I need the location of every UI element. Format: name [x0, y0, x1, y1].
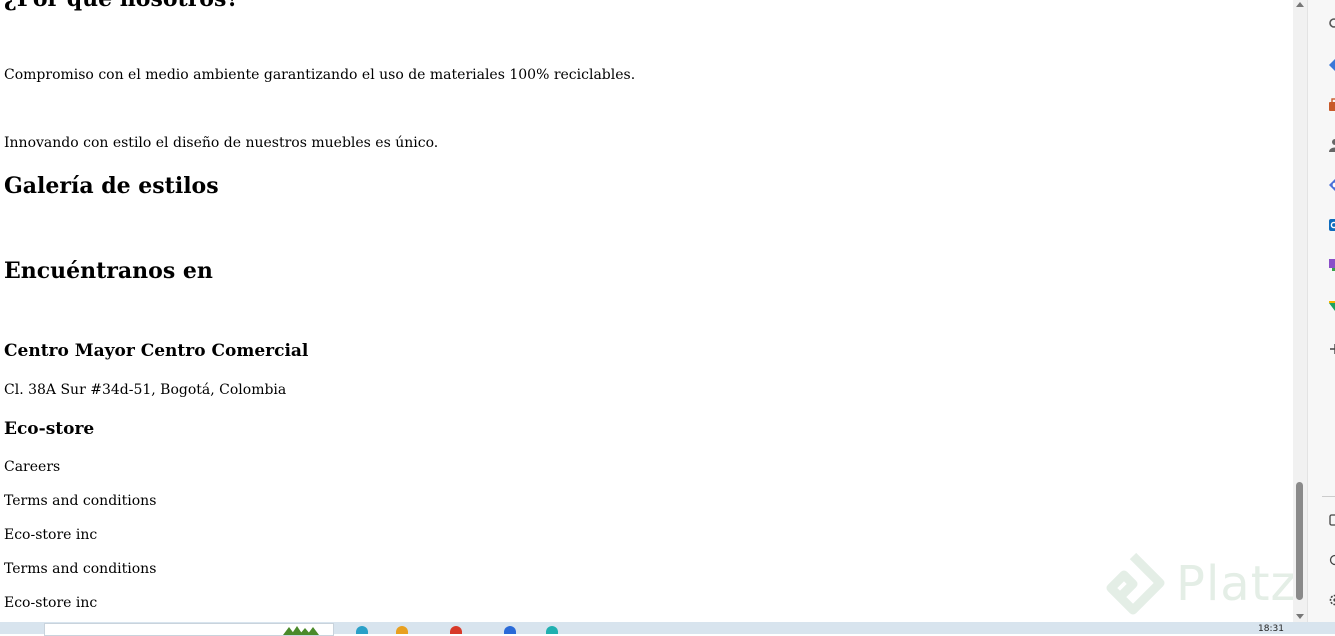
taskbar-app-icon[interactable]	[356, 626, 368, 634]
footer-heading: Eco-store	[4, 419, 94, 439]
taskbar-search-box[interactable]	[44, 623, 334, 636]
outlook-icon[interactable]	[1328, 218, 1335, 232]
user-icon[interactable]	[1328, 138, 1335, 152]
taskbar: 18:31	[0, 622, 1335, 634]
platzi-logo-icon	[1098, 552, 1168, 622]
drive-icon[interactable]	[1328, 298, 1335, 312]
window-icon[interactable]	[1328, 513, 1335, 527]
web-page: ¿Por qué nosotros? Compromiso con el med…	[0, 0, 1293, 622]
footer-link[interactable]: Careers	[4, 459, 60, 475]
gallery-heading: Galería de estilos	[4, 173, 219, 199]
vertical-scrollbar[interactable]	[1293, 0, 1307, 622]
taskbar-app-icon[interactable]	[396, 626, 408, 634]
taskbar-app-icon[interactable]	[504, 626, 516, 634]
search-icon[interactable]	[1328, 17, 1335, 31]
add-icon[interactable]	[1328, 342, 1335, 356]
taskbar-clock[interactable]: 18:31	[1258, 624, 1284, 634]
search-highlight-image-icon	[281, 624, 331, 635]
paragraph-style: Innovando con estilo el diseño de nuestr…	[4, 135, 438, 151]
apps-icon[interactable]	[1328, 258, 1335, 272]
scroll-up-arrow-icon[interactable]	[1296, 2, 1304, 7]
why-us-heading: ¿Por qué nosotros?	[4, 0, 239, 12]
scroll-thumb[interactable]	[1296, 482, 1303, 600]
footer-link[interactable]: Terms and conditions	[4, 561, 156, 577]
footer-link[interactable]: Eco-store inc	[4, 595, 97, 611]
sidebar-divider	[1322, 496, 1335, 497]
refresh-icon[interactable]	[1328, 553, 1335, 567]
footer-link[interactable]: Terms and conditions	[4, 493, 156, 509]
taskbar-app-icon[interactable]	[546, 626, 558, 634]
footer-link[interactable]: Eco-store inc	[4, 527, 97, 543]
watermark-text: Platzi	[1176, 556, 1311, 612]
location-name: Centro Mayor Centro Comercial	[4, 341, 308, 361]
paragraph-recycle: Compromiso con el medio ambiente garanti…	[4, 67, 635, 83]
briefcase-icon[interactable]	[1328, 98, 1335, 112]
find-us-heading: Encuéntranos en	[4, 258, 213, 284]
taskbar-app-icon[interactable]	[450, 626, 462, 634]
location-address: Cl. 38A Sur #34d-51, Bogotá, Colombia	[4, 382, 286, 398]
copilot-icon[interactable]	[1328, 178, 1335, 192]
diamond-icon[interactable]	[1328, 58, 1335, 72]
scroll-down-arrow-icon[interactable]	[1296, 614, 1304, 619]
settings-icon[interactable]	[1328, 593, 1335, 607]
browser-sidebar	[1307, 0, 1335, 622]
